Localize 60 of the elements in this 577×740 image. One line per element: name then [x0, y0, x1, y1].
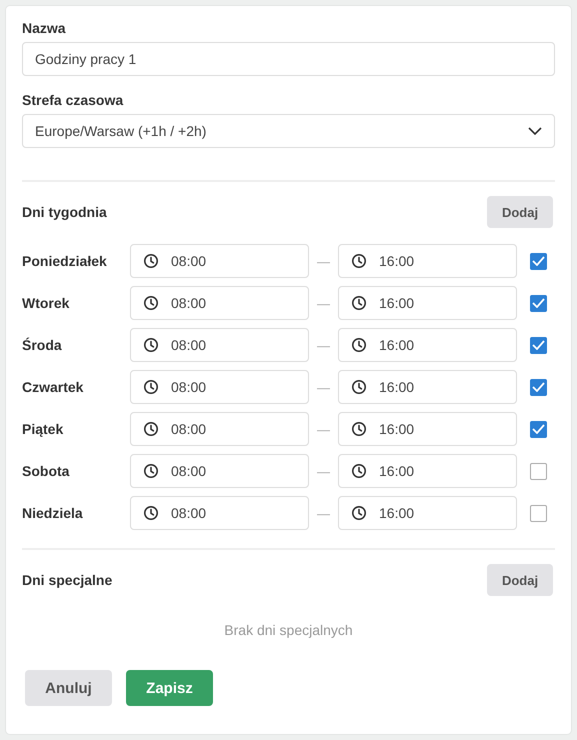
clock-icon: [351, 337, 367, 353]
add-button[interactable]: Dodaj: [487, 564, 553, 596]
range-separator: —: [317, 254, 330, 268]
clock-icon: [351, 421, 367, 437]
day-label: Niedziela: [22, 505, 84, 521]
day-checkbox[interactable]: [530, 336, 547, 354]
end-time-field[interactable]: 16:00: [338, 454, 517, 488]
day-checkbox[interactable]: [530, 294, 547, 312]
day-checkbox[interactable]: [530, 462, 547, 480]
clock-icon: [143, 337, 159, 353]
clock-icon: [351, 253, 367, 269]
field-label: Strefa czasowa: [22, 92, 124, 108]
day-label: Środa: [22, 337, 63, 353]
name-field[interactable]: Godziny pracy 1: [22, 42, 555, 76]
end-time-field[interactable]: 16:00: [338, 328, 517, 362]
clock-icon: [143, 295, 159, 311]
clock-icon: [143, 253, 159, 269]
clock-icon: [351, 295, 367, 311]
end-time-field[interactable]: 16:00: [338, 286, 517, 320]
end-time-field[interactable]: 16:00: [338, 412, 517, 446]
add-button[interactable]: Dodaj: [487, 196, 553, 228]
cancel-button[interactable]: Anuluj: [25, 670, 112, 706]
start-time-field[interactable]: 08:00: [130, 412, 309, 446]
day-checkbox[interactable]: [530, 378, 547, 396]
chevron-down-icon: [528, 127, 542, 135]
start-time-field[interactable]: 08:00: [130, 286, 309, 320]
day-label: Wtorek: [22, 295, 70, 311]
range-separator: —: [317, 380, 330, 394]
clock-icon: [143, 379, 159, 395]
day-label: Piątek: [22, 421, 64, 437]
day-checkbox[interactable]: [530, 252, 547, 270]
range-separator: —: [317, 506, 330, 520]
range-separator: —: [317, 338, 330, 352]
day-label: Czwartek: [22, 379, 84, 395]
field-label: Nazwa: [22, 20, 67, 36]
section-title: Dni tygodnia: [22, 204, 107, 220]
start-time-field[interactable]: 08:00: [130, 496, 309, 530]
clock-icon: [143, 463, 159, 479]
timezone-dropdown[interactable]: Europe/Warsaw (+1h / +2h): [22, 114, 555, 148]
start-time-field[interactable]: 08:00: [130, 370, 309, 404]
day-label: Sobota: [22, 463, 70, 479]
clock-icon: [351, 379, 367, 395]
end-time-field[interactable]: 16:00: [338, 496, 517, 530]
empty-state-text: Brak dni specjalnych: [223, 622, 354, 638]
end-time-field[interactable]: 16:00: [338, 244, 517, 278]
range-separator: —: [317, 296, 330, 310]
end-time-field[interactable]: 16:00: [338, 370, 517, 404]
start-time-field[interactable]: 08:00: [130, 328, 309, 362]
day-label: Poniedziałek: [22, 253, 108, 269]
clock-icon: [351, 505, 367, 521]
clock-icon: [143, 421, 159, 437]
start-time-field[interactable]: 08:00: [130, 454, 309, 488]
start-time-field[interactable]: 08:00: [130, 244, 309, 278]
range-separator: —: [317, 422, 330, 436]
range-separator: —: [317, 464, 330, 478]
section-title: Dni specjalne: [22, 572, 112, 588]
clock-icon: [351, 463, 367, 479]
clock-icon: [143, 505, 159, 521]
day-checkbox[interactable]: [530, 420, 547, 438]
day-checkbox[interactable]: [530, 504, 547, 522]
